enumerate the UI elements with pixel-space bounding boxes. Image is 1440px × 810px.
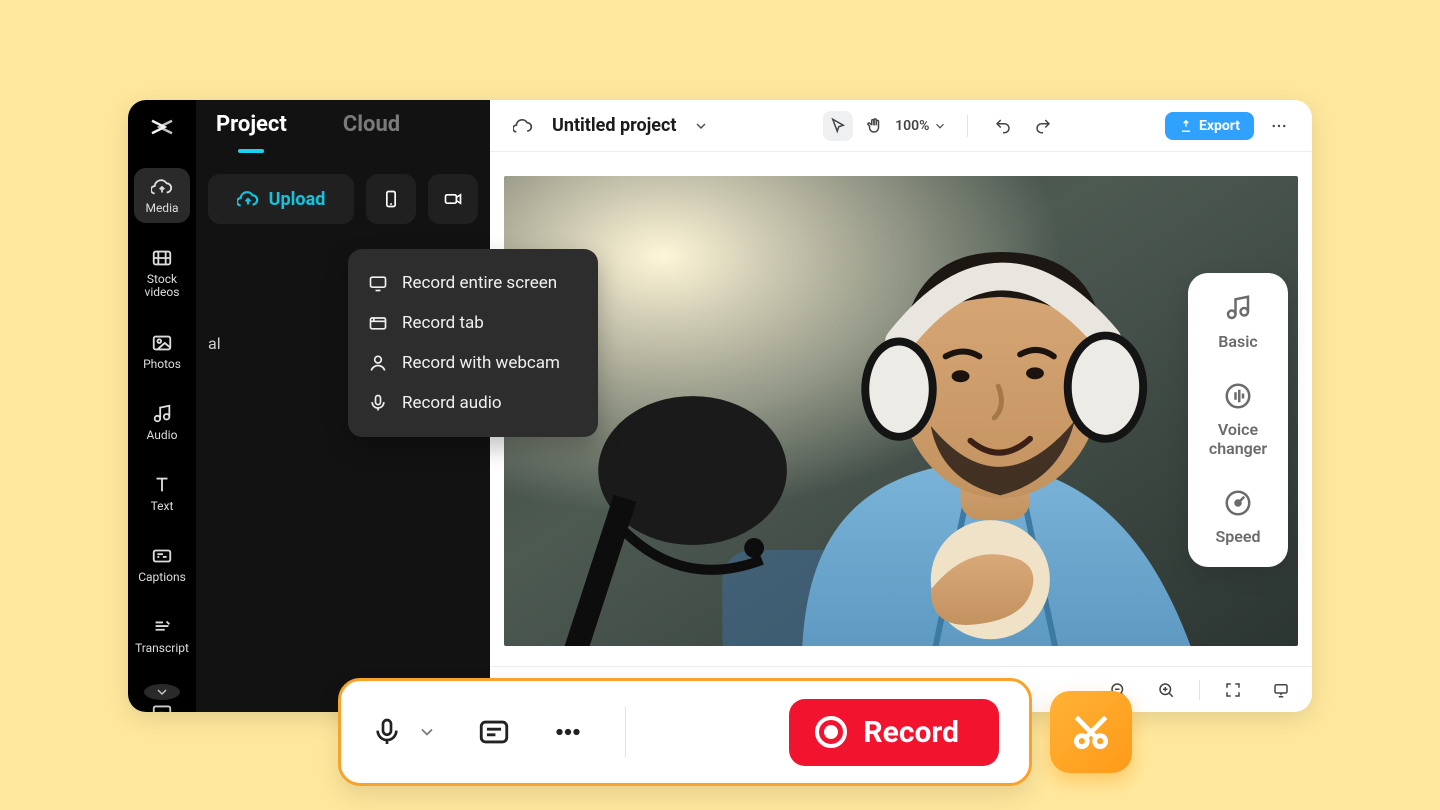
record-entire-screen-label: Record entire screen — [402, 273, 557, 293]
right-tools-panel: Basic Voice changer Speed — [1188, 273, 1288, 567]
rail-item-photos[interactable]: Photos — [134, 324, 190, 379]
editor-window: Media Stock videos Photos Audio Text Cap… — [128, 100, 1312, 712]
rail-label-photos: Photos — [143, 358, 181, 371]
record-audio[interactable]: Record audio — [356, 383, 590, 423]
tool-speed-label: Speed — [1216, 528, 1261, 546]
teleprompter-button[interactable] — [477, 715, 511, 749]
rail-label-media: Media — [145, 202, 178, 215]
keyboard-icon[interactable] — [151, 700, 173, 713]
rail-item-text[interactable]: Text — [134, 466, 190, 521]
record-button[interactable]: Record — [789, 699, 999, 766]
rail-item-audio[interactable]: Audio — [134, 395, 190, 450]
tool-basic-label: Basic — [1218, 333, 1257, 351]
record-toolbar: Record — [338, 678, 1032, 786]
export-button[interactable]: Export — [1165, 112, 1254, 140]
rail-label-audio: Audio — [147, 429, 178, 442]
record-entire-screen[interactable]: Record entire screen — [356, 263, 590, 303]
zoom-in-button[interactable] — [1151, 675, 1181, 705]
record-with-webcam[interactable]: Record with webcam — [356, 343, 590, 383]
tab-project[interactable]: Project — [216, 112, 287, 151]
hand-tool[interactable] — [859, 111, 889, 141]
cut-tool-tile[interactable] — [1050, 691, 1132, 773]
record-audio-label: Record audio — [402, 393, 502, 413]
record-dot-icon — [815, 716, 847, 748]
rail-item-media[interactable]: Media — [134, 168, 190, 223]
fullscreen-button[interactable] — [1218, 675, 1248, 705]
redo-button[interactable] — [1028, 111, 1058, 141]
record-with-webcam-label: Record with webcam — [402, 353, 560, 373]
cursor-tool[interactable] — [823, 111, 853, 141]
title-dropdown[interactable] — [686, 111, 716, 141]
left-rail: Media Stock videos Photos Audio Text Cap… — [128, 100, 196, 712]
camera-button[interactable] — [428, 174, 478, 224]
zoom-level[interactable]: 100% — [895, 118, 947, 134]
rail-expand-button[interactable] — [144, 684, 180, 700]
rail-label-transcript: Transcript — [135, 642, 189, 655]
video-preview[interactable] — [504, 176, 1298, 646]
top-bar: Untitled project 100% — [490, 100, 1312, 152]
tab-cloud[interactable]: Cloud — [343, 112, 400, 151]
undo-button[interactable] — [988, 111, 1018, 141]
app-logo — [140, 112, 184, 142]
more-options[interactable] — [551, 715, 585, 749]
rail-item-captions[interactable]: Captions — [134, 537, 190, 592]
rail-item-transcript[interactable]: Transcript — [134, 608, 190, 663]
rail-label-text: Text — [151, 500, 174, 513]
mobile-button[interactable] — [366, 174, 416, 224]
zoom-text: 100% — [895, 118, 929, 134]
record-options-menu: Record entire screen Record tab Record w… — [348, 249, 598, 437]
present-button[interactable] — [1266, 675, 1296, 705]
tool-speed[interactable]: Speed — [1216, 488, 1261, 546]
mic-selector[interactable] — [371, 716, 437, 748]
project-title[interactable]: Untitled project — [552, 115, 676, 136]
export-label: Export — [1199, 118, 1240, 134]
rail-item-stock-videos[interactable]: Stock videos — [134, 239, 190, 307]
record-button-label: Record — [863, 715, 959, 750]
rail-label-captions: Captions — [138, 571, 186, 584]
rail-label-stock-videos: Stock videos — [145, 273, 180, 299]
tool-basic[interactable]: Basic — [1218, 293, 1257, 351]
upload-button[interactable]: Upload — [208, 174, 354, 224]
tool-voice-changer-label: Voice changer — [1209, 421, 1267, 458]
upload-label: Upload — [269, 189, 326, 210]
tool-voice-changer[interactable]: Voice changer — [1209, 381, 1267, 458]
record-tab-label: Record tab — [402, 313, 484, 333]
record-tab[interactable]: Record tab — [356, 303, 590, 343]
more-menu[interactable] — [1264, 111, 1294, 141]
cloud-icon[interactable] — [508, 111, 538, 141]
